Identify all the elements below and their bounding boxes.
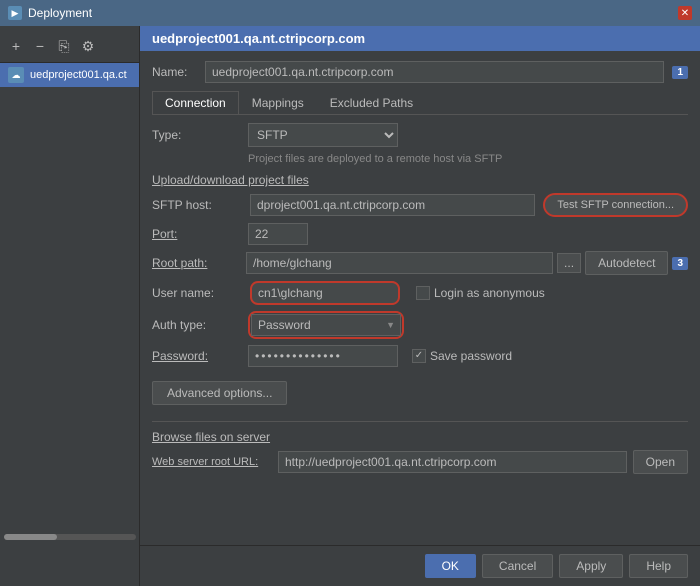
autodetect-button[interactable]: Autodetect bbox=[585, 251, 668, 275]
advanced-options-button[interactable]: Advanced options... bbox=[152, 381, 287, 405]
name-badge: 1 bbox=[672, 66, 688, 79]
port-input[interactable] bbox=[248, 223, 308, 245]
help-button[interactable]: Help bbox=[629, 554, 688, 578]
bottom-bar: OK Cancel Apply Help bbox=[140, 545, 700, 586]
form-area: Name: 1 Connection Mappings Excluded Pat… bbox=[140, 51, 700, 545]
auth-type-row: Auth type: Password Key pair OpenSSH con… bbox=[152, 311, 688, 339]
sftp-host-label: SFTP host: bbox=[152, 198, 242, 212]
sidebar: + − ⎘ ⚙ ☁ uedproject001.qa.ct bbox=[0, 26, 140, 586]
save-password-checkbox[interactable] bbox=[412, 349, 426, 363]
auth-select-wrapper: Password Key pair OpenSSH config and aut… bbox=[251, 314, 401, 336]
web-url-input[interactable] bbox=[278, 451, 627, 473]
save-password-label: Save password bbox=[430, 349, 512, 363]
section-divider bbox=[152, 421, 688, 422]
auth-type-highlight: Password Key pair OpenSSH config and aut… bbox=[248, 311, 404, 339]
title-bar: ▶ Deployment ✕ bbox=[0, 0, 700, 26]
ok-button[interactable]: OK bbox=[425, 554, 476, 578]
auth-type-label: Auth type: bbox=[152, 318, 242, 332]
user-name-row: User name: Login as anonymous bbox=[152, 281, 688, 305]
port-row: Port: bbox=[152, 223, 688, 245]
root-path-input[interactable] bbox=[246, 252, 553, 274]
root-path-browse-button[interactable]: ... bbox=[557, 253, 581, 273]
root-path-row: Root path: ... Autodetect 3 bbox=[152, 251, 688, 275]
sftp-host-input[interactable] bbox=[250, 194, 535, 216]
name-label: Name: bbox=[152, 65, 197, 79]
save-password-row: Save password bbox=[412, 349, 512, 363]
tab-excluded-paths[interactable]: Excluded Paths bbox=[317, 91, 426, 114]
password-row: Password: Save password bbox=[152, 345, 688, 367]
sidebar-item-server[interactable]: ☁ uedproject001.qa.ct bbox=[0, 63, 139, 87]
root-path-label: Root path: bbox=[152, 256, 242, 270]
web-url-label: Web server root URL: bbox=[152, 456, 272, 468]
sidebar-toolbar: + − ⎘ ⚙ bbox=[0, 32, 139, 63]
sidebar-item-label: uedproject001.qa.ct bbox=[30, 69, 127, 81]
content-area: uedproject001.qa.nt.ctripcorp.com Name: … bbox=[140, 26, 700, 586]
copy-server-button[interactable]: ⎘ bbox=[54, 36, 74, 56]
tab-mappings[interactable]: Mappings bbox=[239, 91, 317, 114]
title-bar-text: Deployment bbox=[28, 6, 92, 20]
close-button[interactable]: ✕ bbox=[678, 6, 692, 20]
autodetect-badge: 3 bbox=[672, 257, 688, 270]
web-url-row: Web server root URL: Open bbox=[152, 450, 688, 474]
settings-server-button[interactable]: ⚙ bbox=[78, 36, 98, 56]
server-name-header: uedproject001.qa.nt.ctripcorp.com bbox=[140, 26, 700, 51]
add-server-button[interactable]: + bbox=[6, 36, 26, 56]
browse-section-label: Browse files on server bbox=[152, 430, 688, 444]
login-as-anon-label: Login as anonymous bbox=[434, 286, 545, 300]
tab-connection[interactable]: Connection bbox=[152, 91, 239, 114]
user-name-label: User name: bbox=[152, 286, 242, 300]
sidebar-scrollbar[interactable] bbox=[4, 534, 136, 540]
sftp-host-row: SFTP host: Test SFTP connection... bbox=[152, 193, 688, 217]
tabs-bar: Connection Mappings Excluded Paths bbox=[152, 91, 688, 115]
type-select-wrapper: SFTP FTP Local or mounted folder bbox=[248, 123, 398, 147]
apply-button[interactable]: Apply bbox=[559, 554, 623, 578]
cancel-button[interactable]: Cancel bbox=[482, 554, 553, 578]
type-select[interactable]: SFTP FTP Local or mounted folder bbox=[248, 123, 398, 147]
name-input[interactable] bbox=[205, 61, 664, 83]
title-bar-left: ▶ Deployment bbox=[8, 6, 92, 20]
type-row: Type: SFTP FTP Local or mounted folder bbox=[152, 123, 688, 147]
server-icon: ☁ bbox=[8, 67, 24, 83]
password-input[interactable] bbox=[248, 345, 398, 367]
user-name-input[interactable] bbox=[250, 281, 400, 305]
main-container: + − ⎘ ⚙ ☁ uedproject001.qa.ct uedproject… bbox=[0, 26, 700, 586]
type-label: Type: bbox=[152, 128, 242, 142]
test-sftp-button[interactable]: Test SFTP connection... bbox=[543, 193, 688, 217]
type-hint: Project files are deployed to a remote h… bbox=[248, 153, 688, 165]
password-label: Password: bbox=[152, 349, 242, 363]
remove-server-button[interactable]: − bbox=[30, 36, 50, 56]
name-row: Name: 1 bbox=[152, 61, 688, 83]
port-label: Port: bbox=[152, 227, 242, 241]
login-as-anon-row: Login as anonymous bbox=[416, 286, 545, 300]
app-icon: ▶ bbox=[8, 6, 22, 20]
login-as-anon-checkbox[interactable] bbox=[416, 286, 430, 300]
auth-type-select[interactable]: Password Key pair OpenSSH config and aut… bbox=[251, 314, 401, 336]
upload-section-label: Upload/download project files bbox=[152, 173, 688, 187]
open-button[interactable]: Open bbox=[633, 450, 688, 474]
